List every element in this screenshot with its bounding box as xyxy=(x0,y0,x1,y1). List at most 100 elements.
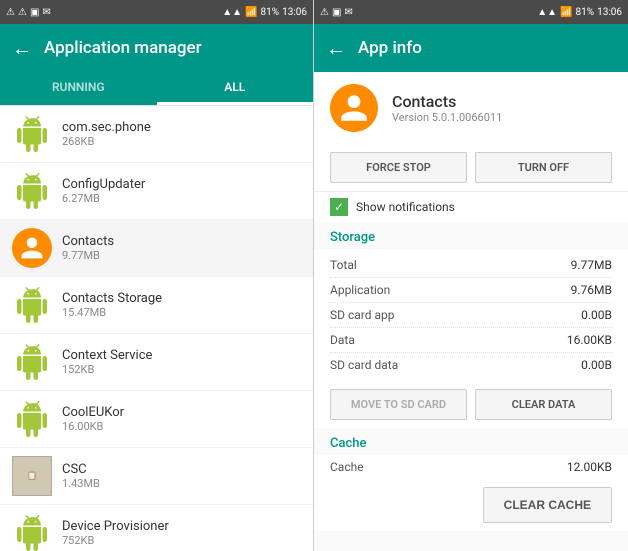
storage-row-app: Application 9.76MB xyxy=(330,278,612,303)
storage-label: Data xyxy=(330,333,355,347)
storage-value: 0.00B xyxy=(581,358,612,372)
back-button-left[interactable]: ← xyxy=(12,36,32,61)
tab-running[interactable]: RUNNING xyxy=(0,72,157,105)
app-size: 9.77MB xyxy=(62,249,114,262)
storage-value: 9.77MB xyxy=(571,258,612,272)
left-header: ← Application manager xyxy=(0,24,313,72)
list-item[interactable]: CoolEUKor 16.00KB xyxy=(0,391,313,448)
status-right-right: ▲▲ 📶 81% 13:06 xyxy=(537,7,622,18)
status-icons-right: ▲▲ 📶 81% 13:06 xyxy=(222,7,307,18)
app-info: com.sec.phone 268KB xyxy=(62,120,151,148)
wifi-icon: 📶 xyxy=(245,7,257,18)
app-name: CSC xyxy=(62,462,100,477)
right-header-title: App info xyxy=(358,38,422,58)
app-icon-indicator: ▣ xyxy=(30,7,39,18)
storage-label: Application xyxy=(330,283,390,297)
app-info: Contacts Storage 15.47MB xyxy=(62,291,162,319)
app-icon-android xyxy=(12,285,52,325)
back-button-right[interactable]: ← xyxy=(326,36,346,61)
tabs-row: RUNNING ALL xyxy=(0,72,313,106)
app-header-icon xyxy=(330,84,378,132)
warning-icon-r: ⚠ xyxy=(320,7,329,18)
app-icon-android xyxy=(12,114,52,154)
app-header-text: Contacts Version 5.0.1.0066011 xyxy=(392,92,502,124)
move-to-sd-card-button[interactable]: MOVE TO SD CARD xyxy=(330,389,467,420)
time-left: 13:06 xyxy=(282,7,307,18)
app-name: com.sec.phone xyxy=(62,120,151,135)
list-item[interactable]: com.sec.phone 268KB xyxy=(0,106,313,163)
notifications-row: ✓ Show notifications xyxy=(314,191,628,222)
cache-label: Cache xyxy=(330,460,364,474)
storage-row-total: Total 9.77MB xyxy=(330,253,612,278)
status-icons-right-left: ⚠ ▣ ✉ xyxy=(320,7,353,18)
signal-icon-r: ▲▲ xyxy=(537,7,557,18)
tab-all[interactable]: ALL xyxy=(157,72,314,105)
app-name: Device Provisioner xyxy=(62,519,169,534)
contacts-icon xyxy=(12,228,52,268)
storage-buttons: MOVE TO SD CARD CLEAR DATA xyxy=(314,381,628,428)
status-bar-right: ⚠ ▣ ✉ ▲▲ 📶 81% 13:06 xyxy=(314,0,628,24)
clear-cache-button[interactable]: CLEAR CACHE xyxy=(483,487,612,523)
turn-off-button[interactable]: TURN OFF xyxy=(475,152,612,183)
clear-data-button[interactable]: CLEAR DATA xyxy=(475,389,612,420)
left-header-title: Application manager xyxy=(44,38,202,58)
message-icon-r: ✉ xyxy=(344,7,352,18)
cache-row: Cache 12.00KB xyxy=(314,455,628,479)
storage-row-data: Data 16.00KB xyxy=(330,328,612,353)
battery-text: 81% xyxy=(261,7,280,18)
app-header-content: Contacts Version 5.0.1.0066011 xyxy=(314,72,628,144)
storage-label: SD card app xyxy=(330,308,395,322)
app-info: Device Provisioner 752KB xyxy=(62,519,169,547)
storage-label: Total xyxy=(330,258,357,272)
list-item-contacts[interactable]: Contacts 9.77MB xyxy=(0,220,313,277)
app-size: 6.27MB xyxy=(62,192,145,205)
status-icons-left: ⚠ ⚠ ▣ ✉ xyxy=(6,7,51,18)
action-buttons: FORCE STOP TURN OFF xyxy=(314,144,628,191)
list-item[interactable]: 📋 CSC 1.43MB xyxy=(0,448,313,505)
app-icon-indicator-r: ▣ xyxy=(332,7,341,18)
right-panel: ⚠ ▣ ✉ ▲▲ 📶 81% 13:06 ← App info Contacts… xyxy=(314,0,628,551)
storage-section-header: Storage xyxy=(314,222,628,249)
list-item[interactable]: Contacts Storage 15.47MB xyxy=(0,277,313,334)
app-name: Context Service xyxy=(62,348,152,363)
app-size: 15.47MB xyxy=(62,306,162,319)
app-icon-android xyxy=(12,399,52,439)
storage-value: 0.00B xyxy=(581,308,612,322)
force-stop-button[interactable]: FORCE STOP xyxy=(330,152,467,183)
app-name: ConfigUpdater xyxy=(62,177,145,192)
storage-label: SD card data xyxy=(330,358,398,372)
notifications-checkbox[interactable]: ✓ xyxy=(330,198,348,216)
storage-table: Total 9.77MB Application 9.76MB SD card … xyxy=(314,249,628,381)
cache-section-header: Cache xyxy=(314,428,628,455)
cache-value: 12.00KB xyxy=(567,460,612,474)
cache-buttons: CLEAR CACHE xyxy=(314,479,628,531)
app-icon-android xyxy=(12,171,52,211)
list-item[interactable]: Context Service 152KB xyxy=(0,334,313,391)
app-size: 1.43MB xyxy=(62,477,100,490)
signal-icon: ▲▲ xyxy=(222,7,242,18)
wifi-icon-r: 📶 xyxy=(560,7,572,18)
app-size: 16.00KB xyxy=(62,420,124,433)
app-icon-android xyxy=(12,513,52,551)
cache-section: Cache Cache 12.00KB CLEAR CACHE xyxy=(314,428,628,551)
csc-icon: 📋 xyxy=(12,456,52,496)
storage-row-sdcard-data: SD card data 0.00B xyxy=(330,353,612,377)
right-header: ← App info xyxy=(314,24,628,72)
list-item[interactable]: ConfigUpdater 6.27MB xyxy=(0,163,313,220)
app-name: CoolEUKor xyxy=(62,405,124,420)
app-version: Version 5.0.1.0066011 xyxy=(392,111,502,124)
list-item[interactable]: Device Provisioner 752KB xyxy=(0,505,313,551)
app-list: com.sec.phone 268KB ConfigUpdater 6.27MB xyxy=(0,106,313,551)
app-name: Contacts Storage xyxy=(62,291,162,306)
app-size: 268KB xyxy=(62,135,151,148)
storage-value: 9.76MB xyxy=(571,283,612,297)
app-size: 752KB xyxy=(62,534,169,547)
message-icon: ✉ xyxy=(42,7,50,18)
app-icon-android xyxy=(12,342,52,382)
status-bar-left: ⚠ ⚠ ▣ ✉ ▲▲ 📶 81% 13:06 xyxy=(0,0,313,24)
storage-value: 16.00KB xyxy=(567,333,612,347)
left-panel: ⚠ ⚠ ▣ ✉ ▲▲ 📶 81% 13:06 ← Application man… xyxy=(0,0,314,551)
app-info: Contacts 9.77MB xyxy=(62,234,114,262)
app-size: 152KB xyxy=(62,363,152,376)
battery-text-r: 81% xyxy=(576,7,595,18)
